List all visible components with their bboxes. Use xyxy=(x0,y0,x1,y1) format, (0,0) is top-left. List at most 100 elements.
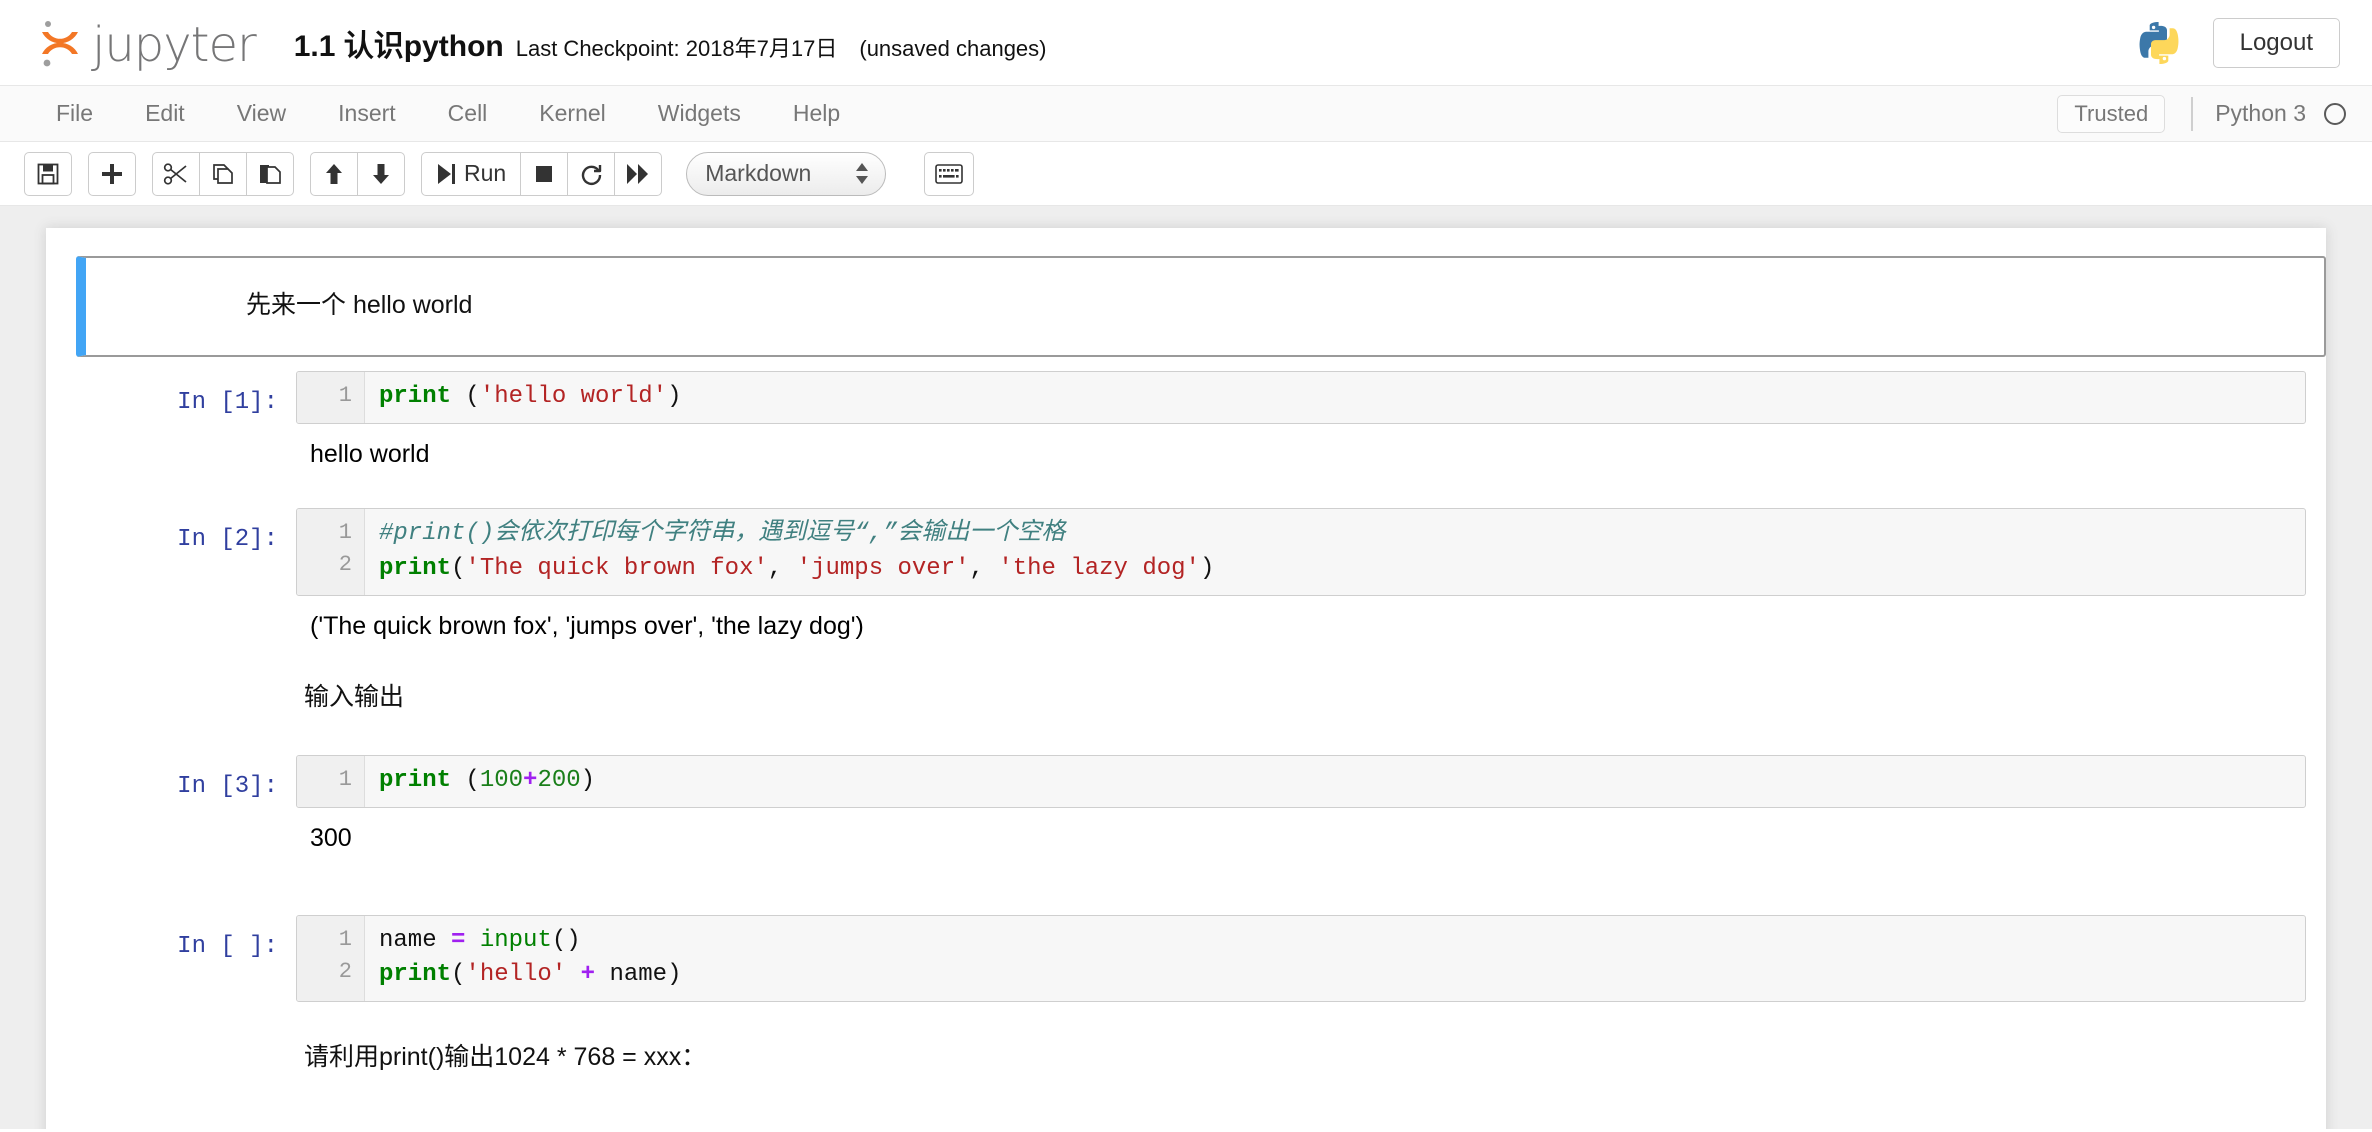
toolbar-group-shortcuts xyxy=(924,151,975,196)
code-text[interactable]: #print()会依次打印每个字符串，遇到逗号“,”会输出一个空格 print(… xyxy=(365,509,2305,595)
notebook-scroll-area[interactable]: 先来一个 hello world In [1]: 1 print ('hello… xyxy=(0,206,2372,1129)
notebook-name[interactable]: 1.1 认识python xyxy=(294,21,504,65)
run-icon xyxy=(436,163,456,185)
line-number-gutter: 1 xyxy=(297,756,365,808)
menu-item-help[interactable]: Help xyxy=(767,94,866,133)
code-cell[interactable]: In [2]: 12 #print()会依次打印每个字符串，遇到逗号“,”会输出… xyxy=(46,500,2326,650)
markdown-cell[interactable]: 输入输出 xyxy=(46,650,2326,725)
toolbar-group-insert xyxy=(88,151,136,196)
interrupt-kernel-button[interactable] xyxy=(520,151,569,196)
menu-item-cell[interactable]: Cell xyxy=(422,94,514,133)
notebook-toolbar: Run Markdown xyxy=(0,142,2372,206)
cell-spacer xyxy=(46,863,2326,907)
save-status-label: (unsaved changes) xyxy=(859,35,1047,61)
menu-item-insert[interactable]: Insert xyxy=(312,94,422,133)
jupyter-logo-text: jupyter xyxy=(92,16,257,73)
line-number-gutter: 12 xyxy=(297,915,365,1002)
save-button[interactable] xyxy=(24,151,72,196)
move-cell-up-button[interactable] xyxy=(310,151,358,196)
jupyter-logo-icon xyxy=(38,17,92,69)
cell-spacer xyxy=(46,725,2326,747)
output-text: 300 xyxy=(310,824,352,853)
notebook-header: jupyter 1.1 认识python Last Checkpoint: 20… xyxy=(0,0,2372,86)
kernel-indicator[interactable]: Python 3 xyxy=(2191,96,2346,131)
line-number-gutter: 12 xyxy=(297,509,365,595)
restart-run-all-button[interactable] xyxy=(614,151,663,196)
input-prompt: In [2]: xyxy=(177,526,278,554)
markdown-text: 请利用print()输出1024 * 768 = xxx： xyxy=(304,1043,707,1072)
chevron-updown-icon xyxy=(855,163,869,184)
toolbar-group-clipboard xyxy=(152,151,294,196)
menu-item-list: File Edit View Insert Cell Kernel Widget… xyxy=(30,94,2057,133)
code-editor[interactable]: 12 #print()会依次打印每个字符串，遇到逗号“,”会输出一个空格 pri… xyxy=(296,508,2306,596)
code-output-row: hello world xyxy=(46,424,2296,471)
code-input-row: In [2]: 12 #print()会依次打印每个字符串，遇到逗号“,”会输出… xyxy=(46,508,2306,596)
line-number-gutter: 1 xyxy=(297,372,365,423)
cell-type-select[interactable]: Markdown xyxy=(686,151,887,196)
code-cell[interactable]: In [1]: 1 print ('hello world') hello wo… xyxy=(46,363,2326,478)
move-cell-down-button[interactable] xyxy=(357,151,405,196)
notebook-title-block: 1.1 认识python Last Checkpoint: 2018年7月17日… xyxy=(294,21,2135,65)
code-cell[interactable]: In [ ]: 12 name = input() print('hello' … xyxy=(46,907,2326,1011)
markdown-cell-body[interactable]: 先来一个 hello world xyxy=(76,256,2326,357)
notebook-container: 先来一个 hello world In [1]: 1 print ('hello… xyxy=(46,228,2326,1129)
run-cell-button[interactable]: Run xyxy=(421,151,522,196)
output-prompt-spacer xyxy=(46,808,296,855)
header-right-group: Logout xyxy=(2135,17,2340,68)
menubar-right-group: Trusted Python 3 xyxy=(2057,94,2346,133)
keyboard-icon xyxy=(935,163,964,184)
toolbar-group-save xyxy=(24,151,72,196)
logout-button[interactable]: Logout xyxy=(2212,17,2340,68)
trusted-badge[interactable]: Trusted xyxy=(2057,94,2166,133)
cut-cells-button[interactable] xyxy=(152,151,200,196)
code-editor[interactable]: 1 print (100+200) xyxy=(296,755,2306,809)
plus-icon xyxy=(100,162,124,186)
code-input-row: In [ ]: 12 name = input() print('hello' … xyxy=(46,914,2306,1003)
menu-item-view[interactable]: View xyxy=(211,94,312,133)
restart-icon xyxy=(579,162,603,186)
output-prompt-spacer xyxy=(46,424,296,471)
output-prompt-spacer xyxy=(46,596,296,643)
code-editor[interactable]: 1 print ('hello world') xyxy=(296,371,2306,424)
fast-forward-icon xyxy=(626,163,650,185)
markdown-text: 输入输出 xyxy=(304,683,405,712)
code-text[interactable]: name = input() print('hello' + name) xyxy=(365,916,2305,1002)
input-prompt: In [1]: xyxy=(177,389,278,416)
menu-item-widgets[interactable]: Widgets xyxy=(632,94,767,133)
run-button-label: Run xyxy=(464,160,507,186)
input-prompt: In [3]: xyxy=(177,773,278,801)
code-editor[interactable]: 12 name = input() print('hello' + name) xyxy=(296,914,2306,1003)
markdown-cell-selected[interactable]: 先来一个 hello world xyxy=(46,256,2326,357)
restart-kernel-button[interactable] xyxy=(567,151,616,196)
python-logo-icon xyxy=(2135,19,2183,67)
code-cell[interactable]: In [3]: 1 print (100+200) 300 xyxy=(46,747,2326,862)
menu-item-kernel[interactable]: Kernel xyxy=(513,94,631,133)
menu-item-file[interactable]: File xyxy=(30,94,119,133)
paste-cells-button[interactable] xyxy=(246,151,294,196)
code-text[interactable]: print ('hello world') xyxy=(365,372,2305,423)
arrow-down-icon xyxy=(369,162,393,186)
toolbar-group-run: Run xyxy=(421,151,663,196)
save-icon xyxy=(36,162,60,186)
cell-type-value: Markdown xyxy=(705,160,812,186)
menu-item-edit[interactable]: Edit xyxy=(119,94,211,133)
kernel-idle-circle-icon xyxy=(2324,102,2346,125)
insert-cell-below-button[interactable] xyxy=(88,151,136,196)
toolbar-group-move xyxy=(310,151,405,196)
command-palette-button[interactable] xyxy=(924,151,975,196)
markdown-text: 先来一个 hello world xyxy=(246,291,473,319)
code-text[interactable]: print (100+200) xyxy=(365,756,2305,807)
output-text: ('The quick brown fox', 'jumps over', 't… xyxy=(310,611,864,640)
paste-icon xyxy=(258,162,282,186)
code-input-row: In [3]: 1 print (100+200) xyxy=(46,755,2306,809)
cell-spacer xyxy=(46,478,2326,500)
markdown-cell[interactable]: 请利用print()输出1024 * 768 = xxx： xyxy=(46,1010,2326,1085)
jupyter-logo[interactable]: jupyter xyxy=(38,16,257,73)
copy-icon xyxy=(211,162,235,186)
arrow-up-icon xyxy=(322,162,346,186)
code-output-row: ('The quick brown fox', 'jumps over', 't… xyxy=(46,596,2296,643)
menu-bar: File Edit View Insert Cell Kernel Widget… xyxy=(0,86,2372,142)
kernel-name-label: Python 3 xyxy=(2215,100,2306,126)
code-input-row: In [1]: 1 print ('hello world') xyxy=(46,371,2306,424)
copy-cells-button[interactable] xyxy=(199,151,247,196)
